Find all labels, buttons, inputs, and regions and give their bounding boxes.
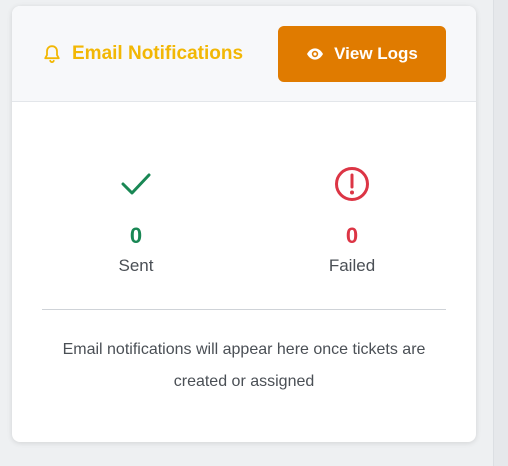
divider — [42, 309, 446, 310]
sent-label: Sent — [118, 256, 154, 275]
view-logs-label: View Logs — [334, 43, 418, 63]
card-title: Email Notifications — [72, 42, 244, 64]
sent-stat: 0 Sent — [56, 166, 216, 276]
card-title-wrap: Email Notifications — [42, 43, 243, 65]
page: Email Notifications View Logs 0 Sent 0 F… — [0, 0, 508, 466]
failed-count: 0 — [345, 223, 359, 248]
exclamation-circle-icon — [272, 166, 432, 202]
failed-stat: 0 Failed — [272, 166, 432, 276]
bell-icon — [42, 44, 62, 64]
check-icon — [56, 166, 216, 202]
failed-label: Failed — [328, 256, 376, 275]
card-header: Email Notifications View Logs — [12, 6, 476, 102]
stats-row: 0 Sent 0 Failed — [12, 102, 476, 308]
adjacent-panel-edge — [493, 0, 508, 466]
sent-count: 0 — [129, 223, 143, 248]
view-logs-button[interactable]: View Logs — [278, 25, 446, 82]
eye-icon — [306, 45, 324, 63]
empty-state-message: Email notifications will appear here onc… — [62, 341, 426, 390]
email-notifications-card: Email Notifications View Logs 0 Sent 0 F… — [12, 6, 476, 442]
